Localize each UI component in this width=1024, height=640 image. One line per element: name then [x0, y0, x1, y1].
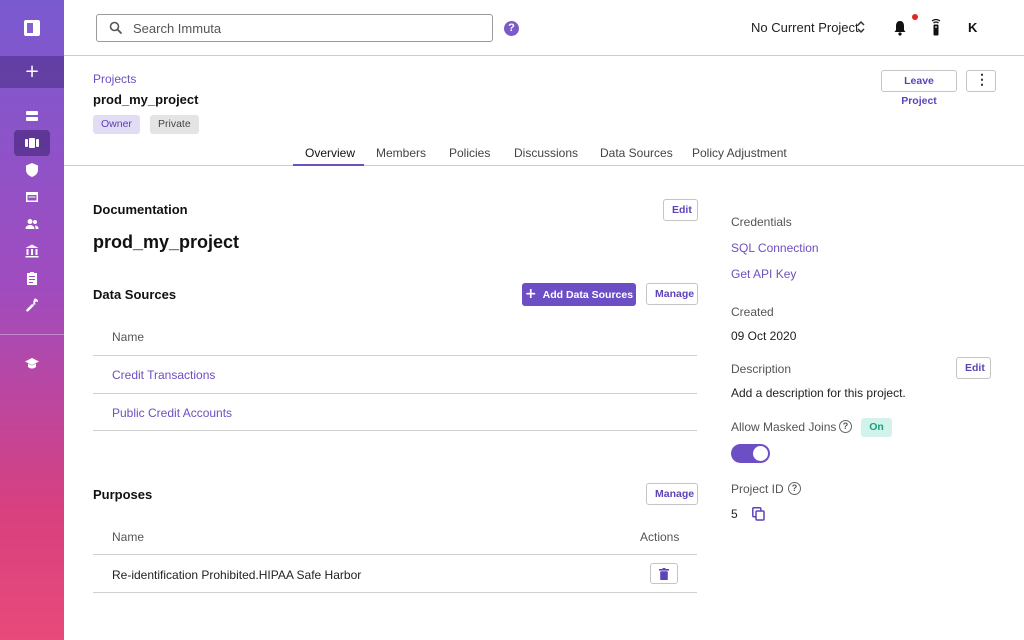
add-data-sources-button[interactable]: + Add Data Sources [522, 283, 636, 306]
sql-connection-link[interactable]: SQL Connection [731, 241, 819, 255]
sidebar: + [0, 0, 64, 640]
sidebar-projects-icon[interactable] [14, 130, 50, 156]
table-divider [93, 592, 697, 593]
masked-joins-toggle[interactable] [731, 444, 770, 463]
breadcrumb[interactable]: Projects [93, 72, 136, 86]
immuta-logo-icon[interactable] [24, 20, 40, 36]
help-icon[interactable]: ? [504, 21, 519, 36]
remote-icon[interactable] [930, 18, 942, 36]
sidebar-wrench-icon[interactable] [14, 292, 50, 318]
trash-icon [659, 567, 669, 580]
data-source-credit-transactions[interactable]: Credit Transactions [112, 368, 215, 382]
page-title: prod_my_project [93, 92, 199, 107]
created-label: Created [731, 305, 774, 319]
more-options-button[interactable]: ⋮ [966, 70, 996, 92]
chevron-up-down-icon[interactable] [856, 18, 866, 36]
purposes-column-name: Name [112, 530, 145, 544]
add-button[interactable]: + [0, 56, 64, 88]
bell-icon[interactable] [893, 20, 907, 36]
purposes-column-actions: Actions [640, 530, 680, 544]
documentation-title: Documentation [93, 202, 188, 217]
search-icon [109, 21, 123, 35]
tab-members[interactable]: Members [376, 146, 426, 160]
masked-joins-help-icon[interactable]: ? [839, 420, 852, 433]
sidebar-list-icon[interactable] [14, 103, 50, 129]
tab-policy-adjustment[interactable]: Policy Adjustment [692, 146, 787, 160]
sidebar-graduation-cap-icon[interactable] [14, 350, 50, 376]
project-id-label: Project ID [731, 482, 784, 496]
description-value: Add a description for this project. [731, 386, 906, 400]
delete-purpose-button[interactable] [650, 563, 678, 584]
sidebar-data-table-icon[interactable] [14, 184, 50, 210]
description-label: Description [731, 362, 792, 376]
sidebar-clipboard-icon[interactable] [14, 265, 50, 291]
sidebar-divider [0, 334, 64, 335]
table-divider [93, 393, 697, 394]
purposes-title: Purposes [93, 487, 153, 502]
add-data-sources-label: Add Data Sources [542, 289, 634, 301]
tab-policies[interactable]: Policies [449, 146, 490, 160]
tab-discussions[interactable]: Discussions [514, 146, 578, 160]
data-sources-title: Data Sources [93, 287, 177, 302]
documentation-heading: prod_my_project [93, 232, 240, 252]
created-value: 09 Oct 2020 [731, 329, 797, 343]
tab-data-sources[interactable]: Data Sources [600, 146, 673, 160]
table-divider [93, 554, 697, 555]
get-api-key-link[interactable]: Get API Key [731, 267, 796, 281]
tab-overview[interactable]: Overview [305, 146, 355, 160]
data-source-public-credit-accounts[interactable]: Public Credit Accounts [112, 406, 232, 420]
masked-joins-label: Allow Masked Joins [731, 420, 837, 434]
project-id-value: 5 [731, 507, 738, 521]
active-tab-indicator [293, 164, 364, 166]
table-divider [93, 430, 697, 431]
credentials-label: Credentials [731, 215, 792, 229]
purposes-manage-button[interactable]: Manage [646, 483, 698, 505]
search-box[interactable] [96, 14, 493, 42]
purpose-row: Re-identification Prohibited.HIPAA Safe … [112, 568, 362, 582]
owner-badge: Owner [93, 115, 140, 134]
avatar[interactable]: K [968, 20, 977, 35]
project-tabs: Overview Members Policies Discussions Da… [64, 140, 1024, 166]
leave-project-button[interactable]: Leave Project [881, 70, 957, 107]
table-divider [93, 355, 697, 356]
top-bar: ? No Current Project K [64, 0, 1024, 56]
notification-dot [912, 14, 918, 20]
current-project-select[interactable]: No Current Project [751, 20, 859, 35]
masked-joins-status-badge: On [861, 418, 892, 437]
sidebar-users-icon[interactable] [14, 211, 50, 237]
sidebar-institution-icon[interactable] [14, 238, 50, 264]
documentation-edit-button[interactable]: Edit [663, 199, 698, 221]
project-id-help-icon[interactable]: ? [788, 482, 801, 495]
private-badge: Private [150, 115, 199, 134]
plus-icon: + [524, 286, 537, 302]
sidebar-shield-icon[interactable] [14, 157, 50, 183]
data-sources-column-name: Name [112, 330, 145, 344]
copy-icon[interactable] [752, 507, 765, 521]
data-sources-manage-button[interactable]: Manage [646, 283, 698, 305]
search-input[interactable] [133, 18, 473, 38]
more-vertical-icon: ⋮ [975, 71, 989, 87]
description-edit-button[interactable]: Edit [956, 357, 991, 379]
